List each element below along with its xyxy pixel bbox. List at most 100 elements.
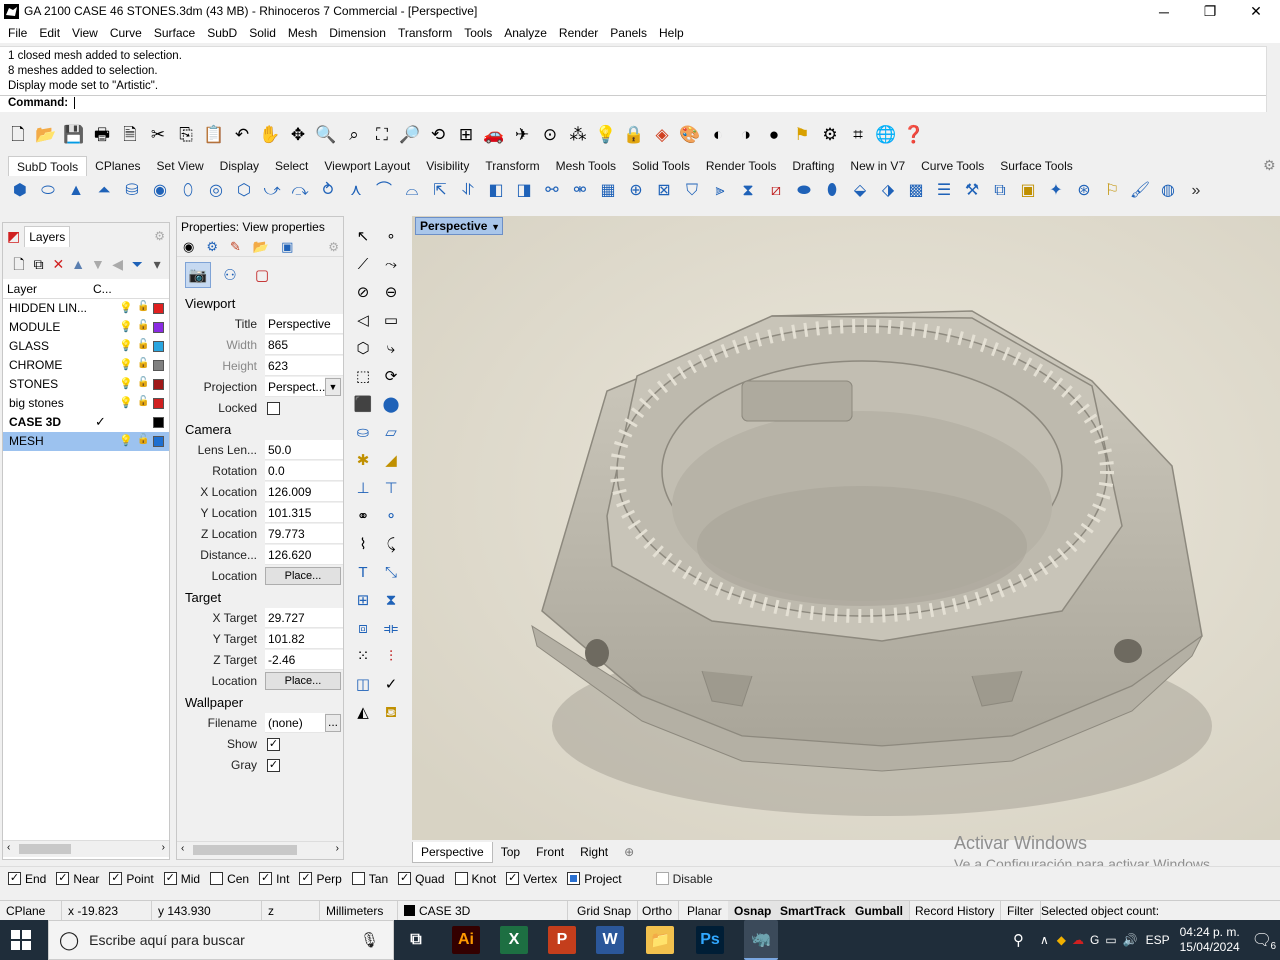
z-location-field[interactable]: 79.773 (265, 524, 343, 544)
osnap-checkbox[interactable] (454, 872, 468, 885)
layer-visibility-bulb-icon[interactable]: 💡 (119, 396, 133, 409)
layer-visibility-bulb-icon[interactable]: 💡 (119, 320, 133, 333)
osnap-perp[interactable]: ✓ Perp (299, 872, 342, 886)
target-place-button[interactable]: Place... (265, 672, 341, 690)
tab-display[interactable]: Display (212, 156, 267, 176)
menu-tools[interactable]: Tools (458, 23, 498, 43)
menu-subd[interactable]: SubD (201, 23, 243, 43)
point-icon[interactable]: ∘ (379, 224, 403, 248)
layer-lock-icon[interactable]: 🔓 (137, 320, 149, 331)
layer-row[interactable]: CASE 3D ✓ (3, 413, 169, 432)
array-icon[interactable]: ⊞ (351, 588, 375, 612)
layers-settings-gear-icon[interactable]: ⚙ (154, 229, 165, 243)
layer-lock-icon[interactable]: 🔓 (137, 339, 149, 350)
menu-edit[interactable]: Edit (33, 23, 66, 43)
orient-icon[interactable]: ⟚ (379, 616, 403, 640)
osnap-checkbox[interactable]: ✓ (8, 872, 21, 885)
command-history-scrollbar[interactable] (1266, 46, 1280, 95)
split-icon[interactable]: ⤹ (379, 532, 403, 556)
menu-panels[interactable]: Panels (604, 23, 653, 43)
subd-grid-icon[interactable]: ▦ (596, 179, 620, 203)
select-arrow-icon[interactable]: ↖ (351, 224, 375, 248)
osnap-checkbox[interactable]: ✓ (56, 872, 70, 885)
render-preview-icon[interactable]: ◑ (734, 122, 758, 146)
tab-drafting[interactable]: Drafting (784, 156, 842, 176)
layer-color-swatch[interactable] (153, 379, 164, 390)
print-icon[interactable]: 🖶 (90, 122, 114, 146)
volume-icon[interactable]: 🔊 (1123, 933, 1138, 947)
subd-cube-icon[interactable]: ◧ (484, 179, 508, 203)
image-tab-icon[interactable]: ▣ (281, 239, 293, 255)
layer-color-swatch[interactable] (153, 303, 164, 314)
trim-icon[interactable]: ⌇ (351, 532, 375, 556)
export-icon[interactable]: 🗎 (118, 122, 142, 146)
osnap-checkbox[interactable] (567, 872, 581, 885)
box-solid-icon[interactable]: ⬛ (351, 392, 375, 416)
subd-insert-edge-icon[interactable]: ⫸ (708, 179, 732, 203)
align-icon[interactable]: ⫶ (379, 644, 403, 668)
subd-weld-icon[interactable]: ⬙ (848, 179, 872, 203)
smarttrack-toggle[interactable]: SmartTrack (774, 901, 853, 921)
tab-new-in-v7[interactable]: New in V7 (842, 156, 913, 176)
column-color[interactable]: C... (93, 282, 112, 296)
text-object-icon[interactable]: T (351, 560, 375, 584)
osnap-mid[interactable]: ✓ Mid (163, 872, 200, 886)
layer-color-swatch[interactable] (153, 436, 164, 447)
rectangle-icon[interactable]: ▭ (379, 308, 403, 332)
tray-app-icon[interactable]: ◆ (1057, 933, 1066, 947)
maximize-button[interactable]: ❐ (1187, 0, 1233, 23)
paint-tab-icon[interactable]: ✎ (230, 239, 241, 255)
close-button[interactable]: ✕ (1233, 0, 1279, 23)
lens-field[interactable]: 50.0 (265, 440, 343, 460)
osnap-checkbox[interactable] (210, 872, 224, 885)
microphone-icon[interactable]: 🎙 (360, 931, 379, 949)
osnap-near[interactable]: ✓ Near (56, 872, 99, 886)
cylinder-solid-icon[interactable]: ⛀ (351, 420, 375, 444)
subd-grid2-icon[interactable]: ▩ (904, 179, 928, 203)
notifications-icon[interactable]: 🗨 6 (1252, 930, 1276, 952)
tray-google-icon[interactable]: G (1090, 933, 1099, 947)
explorer-taskbar-icon[interactable]: 📁 (646, 926, 674, 954)
lock-icon[interactable]: 🔒 (622, 122, 646, 146)
people-icon[interactable]: ⚲ (1013, 931, 1024, 949)
tab-cplanes[interactable]: CPlanes (87, 156, 148, 176)
menu-view[interactable]: View (66, 23, 104, 43)
osnap-end[interactable]: ✓ End (8, 872, 46, 886)
subd-sphere2-icon[interactable]: ◍ (1156, 179, 1180, 203)
osnap-checkbox[interactable] (351, 872, 365, 885)
subd-globe-icon[interactable]: ⊛ (1072, 179, 1096, 203)
subd-fill-icon[interactable]: ⛉ (680, 179, 704, 203)
fillet-curve-icon[interactable]: ⤷ (379, 336, 403, 360)
color-wheel-icon[interactable]: 🎨 (678, 122, 702, 146)
osnap-checkbox[interactable] (655, 872, 669, 885)
properties-settings-gear-icon[interactable]: ⚙ (328, 240, 339, 254)
material-tab-icon[interactable]: ⚙ (206, 239, 218, 255)
layer-row[interactable]: MODULE 💡 🔓 (3, 318, 169, 337)
subd-truncated-cone-icon[interactable]: ⏶ (92, 179, 116, 203)
subd-extrude-icon[interactable]: ⇱ (428, 179, 452, 203)
show-checkbox[interactable]: ✓ (267, 738, 280, 751)
tab-solid-tools[interactable]: Solid Tools (624, 156, 698, 176)
subd-shape-icon[interactable]: ✦ (1044, 179, 1068, 203)
subd-cube2-icon[interactable]: ◨ (512, 179, 536, 203)
tabs-settings-gear-icon[interactable]: ⚙ (1263, 157, 1276, 174)
menu-transform[interactable]: Transform (392, 23, 458, 43)
subd-tools-icon[interactable]: ⚒ (960, 179, 984, 203)
subd-sphere-grid-icon[interactable]: ⊕ (624, 179, 648, 203)
layer-row[interactable]: STONES 💡 🔓 (3, 375, 169, 394)
rotate-view-icon[interactable]: ⟲ (426, 122, 450, 146)
subd-box2-icon[interactable]: ⬡ (232, 179, 256, 203)
scale-icon[interactable]: ⤡ (379, 560, 403, 584)
light-spot-icon[interactable]: ⚑ (790, 122, 814, 146)
layers-horizontal-scrollbar[interactable]: ‹ › (3, 840, 169, 857)
layers-title[interactable]: Layers (24, 225, 71, 247)
analyze-icon[interactable]: ◫ (351, 672, 375, 696)
layer-row[interactable]: GLASS 💡 🔓 (3, 337, 169, 356)
named-view-settings-icon[interactable]: ⚇ (217, 262, 243, 288)
named-view-icon[interactable]: ✈ (510, 122, 534, 146)
cut-icon[interactable]: ✂ (146, 122, 170, 146)
zoom-window-icon[interactable]: ⌕ (342, 122, 366, 146)
paste-icon[interactable]: 📋 (202, 122, 226, 146)
layer-row[interactable]: HIDDEN LIN... 💡 🔓 (3, 299, 169, 318)
zoom-icon[interactable]: 🔍 (314, 122, 338, 146)
